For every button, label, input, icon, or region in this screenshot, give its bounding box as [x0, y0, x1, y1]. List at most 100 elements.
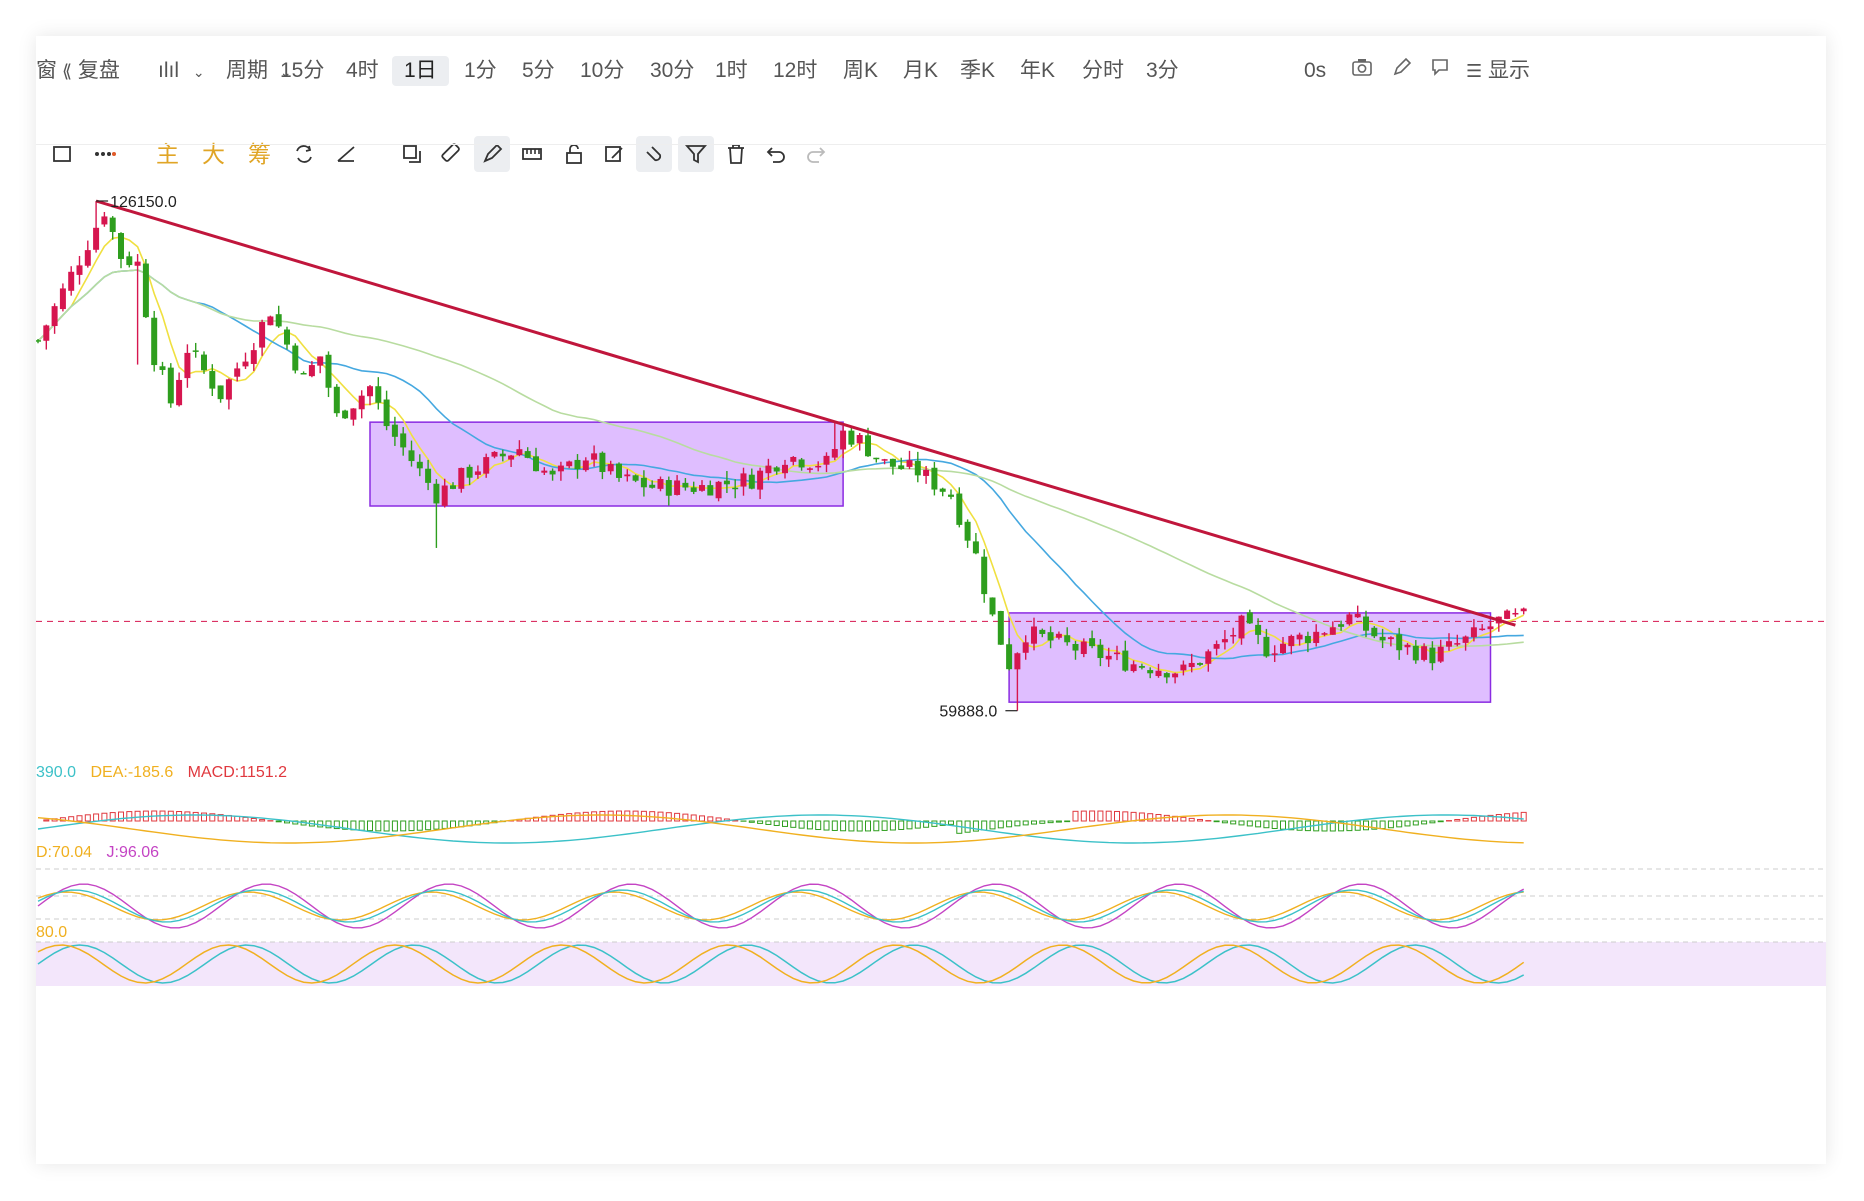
candle-body	[1080, 641, 1087, 654]
macd-histogram-bar	[242, 816, 249, 822]
candle-body	[267, 316, 274, 326]
macd-histogram-bar	[1097, 810, 1104, 822]
macd-histogram-bar	[823, 820, 830, 831]
candle-body	[134, 261, 141, 266]
macd-histogram-bar	[1105, 810, 1112, 822]
candle-body	[1371, 627, 1378, 637]
candle-body	[1321, 633, 1328, 635]
macd-histogram-bar	[707, 816, 714, 822]
candle-body	[201, 354, 207, 371]
candle-body	[1205, 651, 1212, 664]
macd-histogram-bar	[798, 820, 805, 829]
candle-body	[582, 460, 589, 471]
candle-body	[566, 461, 573, 467]
macd-histogram-bar	[134, 810, 141, 822]
candle-body	[1338, 624, 1345, 627]
candle-body	[250, 350, 257, 364]
candle-body	[126, 256, 133, 266]
candle-body	[1105, 655, 1112, 660]
candle-body	[1014, 653, 1021, 670]
price-chart[interactable]: 126150.0 59888.0	[36, 36, 1826, 1164]
candle-body	[616, 463, 622, 478]
candle-body	[259, 322, 266, 348]
candle-body	[1246, 612, 1253, 624]
candle-body	[964, 521, 971, 541]
macd-histogram-bar	[1255, 820, 1262, 828]
candle-body	[109, 217, 116, 232]
candle-body	[923, 469, 930, 476]
candle-body	[333, 386, 340, 414]
candle-body	[981, 556, 988, 595]
candle-body	[242, 361, 249, 367]
candle-body	[1412, 645, 1419, 661]
macd-histogram-bar	[1379, 820, 1386, 830]
macd-histogram-bar	[93, 813, 100, 822]
candle-body	[1296, 634, 1303, 640]
candle-body	[865, 435, 871, 457]
macd-histogram-bar	[275, 820, 282, 823]
candle-body	[367, 386, 373, 397]
candle-body	[400, 433, 407, 448]
candle-body	[732, 487, 739, 490]
candle-body	[831, 449, 838, 458]
high-price-label: 126150.0	[110, 194, 177, 211]
candle-body	[1163, 673, 1170, 678]
macd-histogram-bar	[1396, 820, 1403, 828]
candle-body	[84, 250, 91, 266]
macd-histogram-bar	[1230, 820, 1237, 825]
macd-histogram-bar	[375, 820, 382, 832]
macd-histogram-bar	[1520, 811, 1527, 822]
candle-body	[292, 345, 299, 371]
candle-body	[1304, 635, 1311, 644]
candle-body	[275, 314, 282, 327]
macd-histogram-bar	[782, 820, 788, 827]
candle-body	[757, 470, 764, 490]
macd-histogram-bar	[1064, 820, 1071, 823]
candle-body	[524, 451, 531, 458]
macd-histogram-bar	[840, 820, 847, 832]
macd-histogram-bar	[1072, 810, 1079, 822]
macd-histogram-bar	[1429, 820, 1436, 824]
macd-histogram-bar	[1412, 820, 1419, 826]
macd-histogram-bar	[981, 820, 988, 831]
candle-body	[682, 482, 689, 488]
macd-histogram-bar	[234, 815, 241, 822]
candle-body	[1462, 636, 1469, 643]
candle-body	[1055, 633, 1062, 638]
candle-body	[433, 483, 440, 504]
candle-body	[1379, 636, 1386, 641]
candle-body	[1097, 644, 1104, 658]
macd-histogram-bar	[1055, 820, 1062, 823]
macd-histogram-bar	[76, 815, 83, 822]
candle-body	[499, 453, 506, 457]
candle-body	[1114, 652, 1120, 655]
candle-body	[1512, 612, 1519, 615]
macd-histogram-bar	[1114, 810, 1120, 822]
candle-body	[167, 367, 174, 404]
macd-histogram-bar	[1188, 817, 1195, 822]
candle-body	[93, 227, 100, 250]
macd-histogram-bar	[715, 817, 722, 822]
macd-histogram-bar	[1089, 810, 1096, 822]
candle-body	[425, 468, 432, 483]
candle-body	[815, 465, 822, 468]
macd-histogram-bar	[815, 820, 822, 831]
candle-body	[765, 465, 772, 474]
macd-value: MACD:1151.2	[187, 764, 287, 781]
candle-body	[1404, 644, 1411, 648]
candle-body	[68, 271, 75, 291]
candle-body	[43, 325, 50, 341]
candle-body	[458, 467, 465, 489]
macd-histogram-bar	[84, 814, 91, 822]
macd-legend: 390.0 DEA:-185.6 MACD:1151.2	[36, 764, 287, 782]
macd-histogram-bar	[43, 819, 50, 822]
candle-body	[1047, 632, 1054, 641]
candle-body	[1213, 644, 1220, 649]
candle-body	[665, 480, 672, 496]
macd-histogram-bar	[433, 820, 440, 830]
macd-histogram-bar	[1180, 816, 1187, 822]
macd-histogram-bar	[176, 811, 183, 822]
candle-body	[723, 480, 730, 485]
candle-body	[533, 456, 539, 472]
macd-histogram-bar	[1296, 820, 1303, 831]
